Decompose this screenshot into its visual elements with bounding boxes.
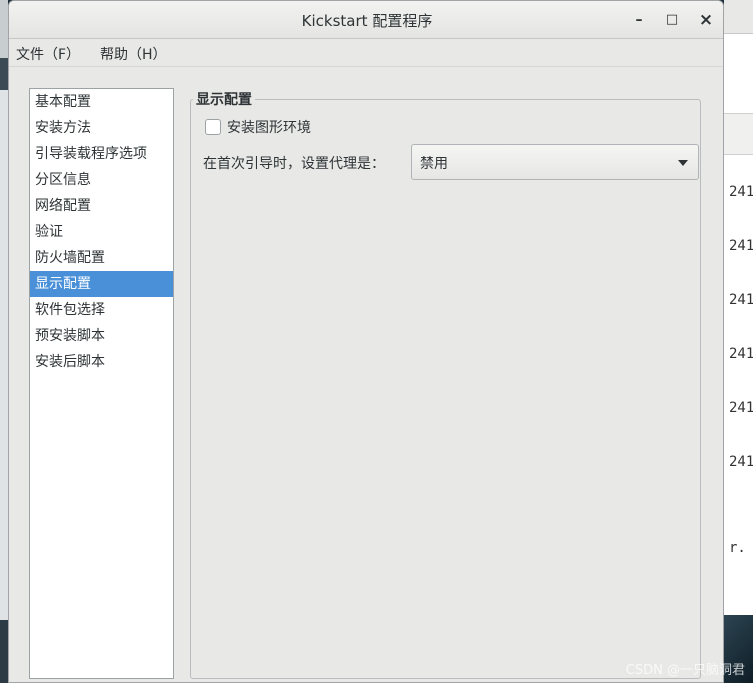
sidebar-item-authentication[interactable]: 验证 bbox=[30, 219, 173, 245]
config-category-list: 基本配置 安装方法 引导装载程序选项 分区信息 网络配置 验证 防火墙配置 显示… bbox=[29, 88, 174, 679]
window-title: Kickstart 配置程序 bbox=[301, 12, 433, 30]
chevron-down-icon bbox=[678, 160, 688, 166]
title-bar[interactable]: Kickstart 配置程序 – □ × bbox=[9, 1, 723, 39]
sidebar-item-firewall-config[interactable]: 防火墙配置 bbox=[30, 245, 173, 271]
first-boot-proxy-select[interactable]: 禁用 bbox=[411, 144, 699, 180]
sidebar-item-basic-config[interactable]: 基本配置 bbox=[30, 89, 173, 115]
maximize-button[interactable]: □ bbox=[661, 9, 683, 31]
terminal-line: 241 bbox=[729, 238, 753, 254]
section-title: 显示配置 bbox=[193, 89, 255, 109]
kickstart-window: Kickstart 配置程序 – □ × 文件（F） 帮助（H） 基本配置 安装… bbox=[8, 0, 724, 683]
sidebar-item-display-config[interactable]: 显示配置 bbox=[30, 271, 173, 297]
sidebar-item-package-selection[interactable]: 软件包选择 bbox=[30, 297, 173, 323]
display-config-frame bbox=[190, 99, 701, 679]
menu-help[interactable]: 帮助（H） bbox=[100, 44, 167, 64]
first-boot-proxy-value: 禁用 bbox=[420, 156, 448, 172]
terminal-line: 241 bbox=[729, 184, 753, 200]
close-button[interactable]: × bbox=[695, 9, 717, 31]
sidebar-item-pre-install-script[interactable]: 预安装脚本 bbox=[30, 323, 173, 349]
install-graphical-env-label[interactable]: 安装图形环境 bbox=[227, 117, 311, 137]
terminal-line: 241 bbox=[729, 454, 753, 470]
sidebar-item-network-config[interactable]: 网络配置 bbox=[30, 193, 173, 219]
background-terminal bbox=[724, 0, 753, 683]
menu-file[interactable]: 文件（F） bbox=[16, 44, 80, 64]
first-boot-proxy-label: 在首次引导时，设置代理是： bbox=[203, 156, 385, 172]
background-window-edge bbox=[0, 0, 8, 683]
terminal-line: 241 bbox=[729, 400, 753, 416]
terminal-line: r. Y bbox=[729, 540, 753, 556]
sidebar-item-install-method[interactable]: 安装方法 bbox=[30, 115, 173, 141]
install-graphical-env-checkbox[interactable] bbox=[205, 119, 221, 135]
menu-bar: 文件（F） 帮助（H） bbox=[9, 39, 723, 67]
sidebar-item-bootloader-options[interactable]: 引导装载程序选项 bbox=[30, 141, 173, 167]
terminal-line: 241 bbox=[729, 292, 753, 308]
minimize-button[interactable]: – bbox=[628, 9, 650, 31]
background-terminal-titlebar bbox=[724, 0, 753, 34]
sidebar-item-post-install-script[interactable]: 安装后脚本 bbox=[30, 349, 173, 375]
terminal-line: 241 bbox=[729, 346, 753, 362]
background-terminal-header bbox=[724, 113, 753, 155]
sidebar-item-partition-info[interactable]: 分区信息 bbox=[30, 167, 173, 193]
csdn-watermark: CSDN @一只脑洞君 bbox=[625, 663, 745, 678]
